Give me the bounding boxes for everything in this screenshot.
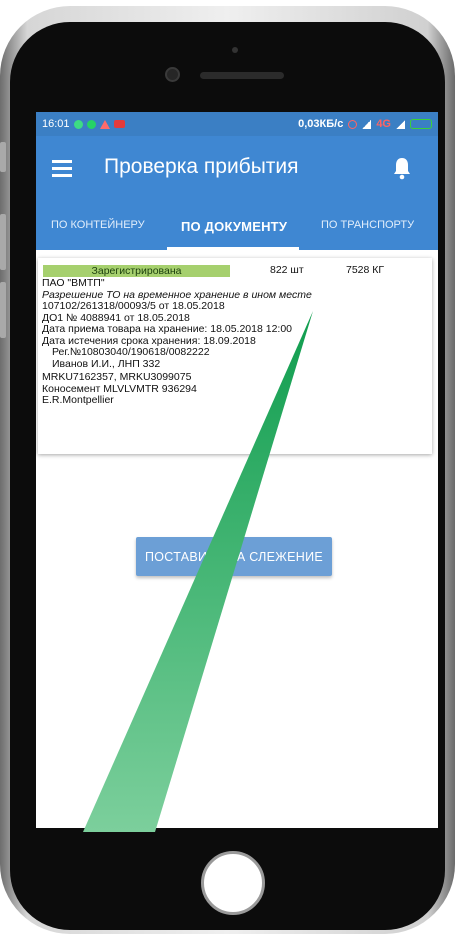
phone-screen: 16:01 0,03КБ/с 4G Проверка прибытия ПО К… <box>36 112 438 828</box>
status-bar: 16:01 0,03КБ/с 4G <box>36 112 438 136</box>
battery-icon <box>410 119 432 129</box>
hamburger-menu-icon[interactable] <box>52 160 72 177</box>
tab-by-transport[interactable]: ПО ТРАНСПОРТУ <box>321 219 414 231</box>
whatsapp-icon <box>86 119 96 129</box>
home-button[interactable] <box>201 851 265 915</box>
tab-bar: ПО КОНТЕЙНЕРУ ПО ДОКУМЕНТУ ПО ТРАНСПОРТУ <box>36 202 438 250</box>
notification-icon <box>73 119 83 129</box>
start-tracking-button[interactable]: ПОСТАВИТЬ НА СЛЕЖЕНИЕ <box>136 537 332 576</box>
mute-switch <box>0 142 6 172</box>
proximity-sensor <box>232 47 238 53</box>
front-camera <box>165 67 180 82</box>
earpiece-speaker <box>200 72 284 79</box>
page-title: Проверка прибытия <box>104 155 299 178</box>
warning-icon <box>99 119 110 129</box>
notification-bell-icon[interactable] <box>392 156 412 180</box>
tab-by-document[interactable]: ПО ДОКУМЕНТУ <box>181 219 287 234</box>
network-type: 4G <box>376 118 391 130</box>
signal-icon-2 <box>396 119 405 129</box>
cargo-card[interactable]: Зарегистрирована 822 шт 7528 КГ ПАО "ВМТ… <box>38 258 432 454</box>
tab-by-container[interactable]: ПО КОНТЕЙНЕРУ <box>51 219 145 231</box>
company-name: ПАО "ВМТП" <box>42 277 105 289</box>
container-numbers: MRKU7162357, MRKU3099075 <box>42 371 192 383</box>
acceptance-date: Дата приема товара на хранение: 18.05.20… <box>42 323 293 335</box>
inspector-name: Иванов И.И., ЛНП 332 <box>52 357 161 370</box>
registration-number: Рег.№10803040/190618/0082222 <box>52 346 210 358</box>
active-tab-indicator <box>167 247 299 250</box>
status-badge: Зарегистрирована <box>43 265 230 277</box>
net-speed: 0,03КБ/с <box>298 118 344 130</box>
quantity: 822 шт <box>270 264 304 276</box>
alarm-icon <box>348 119 358 129</box>
vessel-name: E.R.Montpellier <box>42 394 114 406</box>
signal-icon <box>362 119 372 129</box>
permit-number: 107102/261318/00093/5 от 18.05.2018 <box>42 300 225 312</box>
app-bar: Проверка прибытия <box>36 136 438 202</box>
weight: 7528 КГ <box>346 264 385 276</box>
status-time: 16:01 <box>42 118 70 130</box>
volume-down-button <box>0 282 6 338</box>
volume-up-button <box>0 214 6 270</box>
youtube-icon <box>113 120 125 128</box>
